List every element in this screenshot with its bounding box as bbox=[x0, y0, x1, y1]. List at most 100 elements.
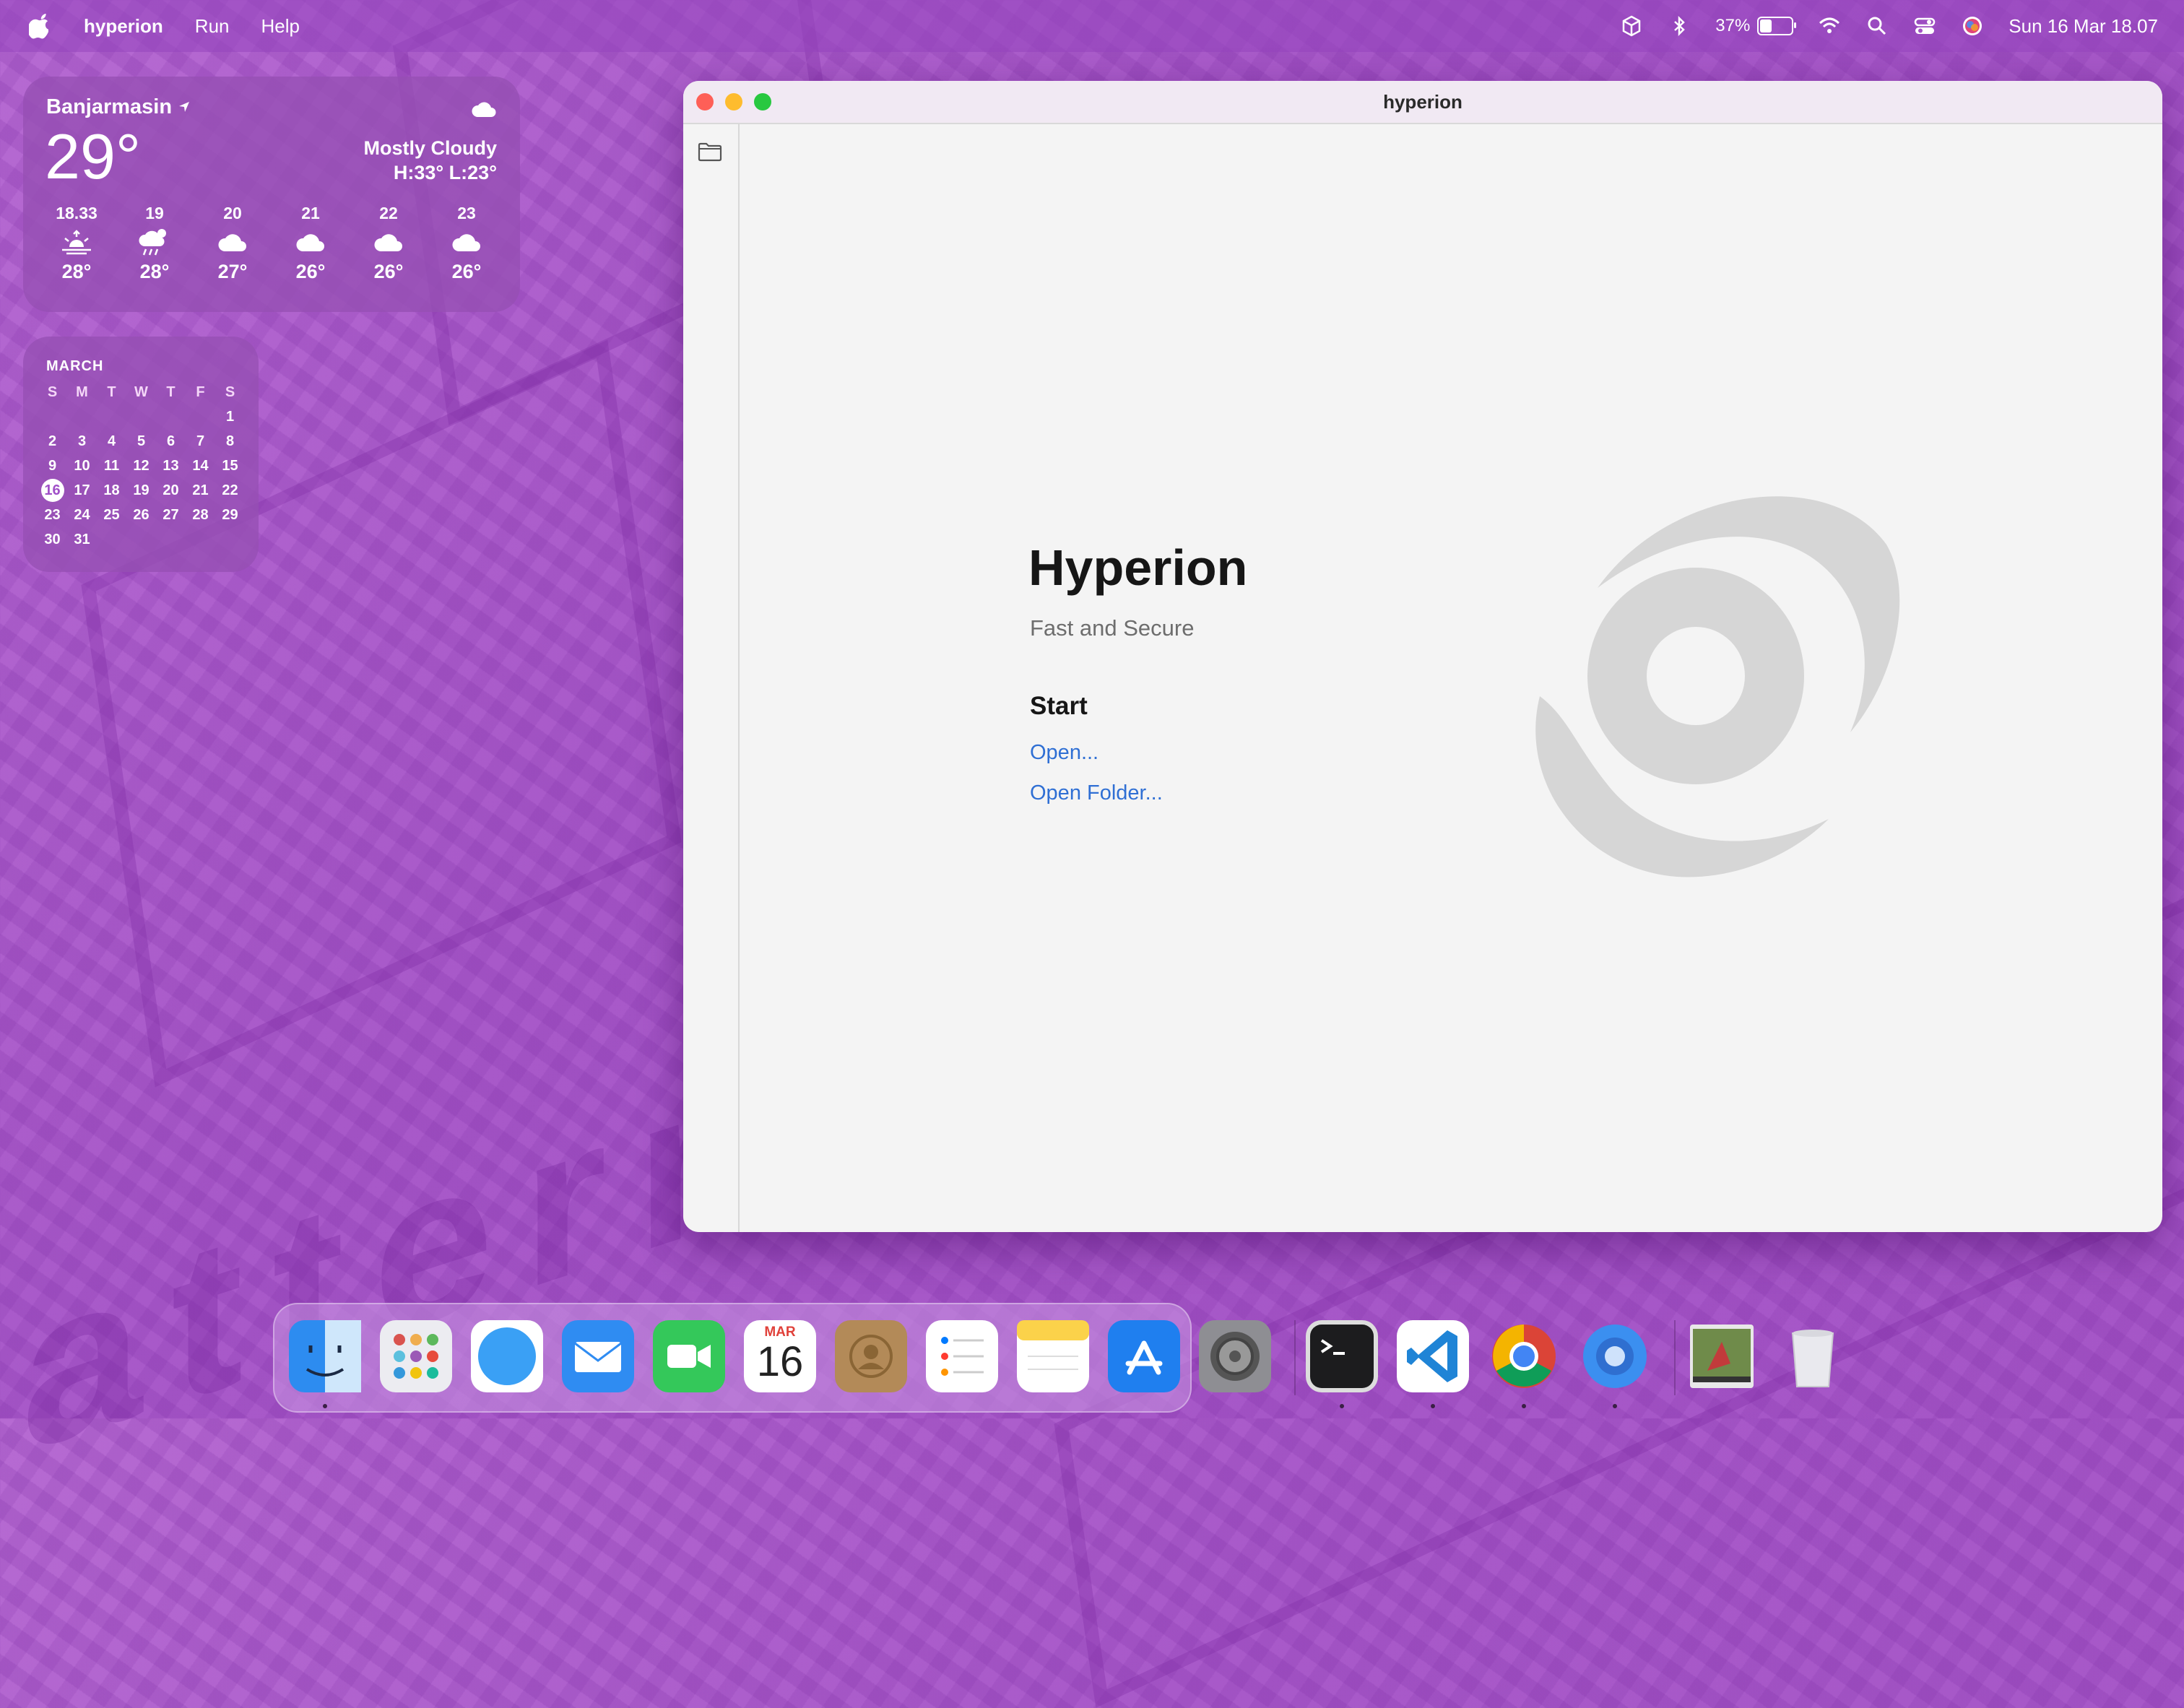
running-indicator bbox=[1431, 1404, 1435, 1408]
calendar-day: 24 bbox=[74, 507, 90, 523]
calendar-day: 18 bbox=[103, 482, 120, 498]
calendar-day: 7 bbox=[196, 433, 205, 449]
forecast-temp: 26° bbox=[373, 261, 404, 282]
forecast-time: 21 bbox=[301, 204, 320, 222]
dock-vscode-icon[interactable] bbox=[1397, 1320, 1469, 1392]
forecast-hour: 23 26° bbox=[430, 204, 503, 283]
dock-launchpad-icon[interactable] bbox=[380, 1320, 452, 1392]
forecast-time: 19 bbox=[145, 204, 164, 222]
calendar-month: MARCH bbox=[46, 358, 104, 374]
forecast-temp: 26° bbox=[295, 261, 326, 282]
running-indicator bbox=[1340, 1404, 1344, 1408]
dock-app-store-icon[interactable] bbox=[1108, 1320, 1180, 1392]
calendar-widget[interactable]: MARCH S M T W T F S 1 2 3 4 5 6 7 8 9 10 11 12 13 14 15 16 17 18… bbox=[23, 337, 259, 572]
dock-system-settings-icon[interactable] bbox=[1199, 1320, 1271, 1392]
calendar-day: 4 bbox=[107, 433, 116, 449]
forecast-time: 23 bbox=[457, 204, 476, 222]
calendar-day: 30 bbox=[44, 532, 61, 547]
weather-city: Banjarmasin bbox=[46, 95, 173, 118]
apple-menu-icon[interactable] bbox=[29, 13, 52, 39]
wifi-icon[interactable] bbox=[1818, 14, 1841, 38]
forecast-hour: 22 26° bbox=[352, 204, 425, 283]
app-menu[interactable]: hyperion bbox=[84, 15, 163, 38]
zoom-button[interactable] bbox=[754, 93, 771, 110]
calendar-day: 31 bbox=[74, 532, 90, 547]
dock-trash-icon[interactable] bbox=[1777, 1320, 1849, 1392]
menu-bar: hyperion Run Help 37% Sun 16 Mar 18.07 bbox=[0, 0, 2184, 52]
calendar-day bbox=[38, 404, 67, 429]
hyperion-logo-icon bbox=[1535, 496, 1900, 877]
dock-chrome-icon[interactable] bbox=[1488, 1320, 1560, 1392]
minimize-button[interactable] bbox=[725, 93, 742, 110]
window-titlebar[interactable]: hyperion bbox=[683, 81, 2162, 124]
forecast-temp: 26° bbox=[451, 261, 482, 282]
battery-icon bbox=[1757, 17, 1797, 35]
dock-calendar-day: 16 bbox=[756, 1338, 804, 1385]
calendar-day: 27 bbox=[162, 507, 179, 523]
calendar-day: 6 bbox=[166, 433, 176, 449]
forecast-hour: 19 28° bbox=[118, 204, 191, 283]
calendar-day: 5 bbox=[136, 433, 146, 449]
battery-status[interactable]: 37% bbox=[1715, 16, 1797, 36]
calendar-day bbox=[126, 404, 156, 429]
weather-condition: Mostly Cloudy bbox=[363, 137, 497, 159]
dock-contacts-icon[interactable] bbox=[835, 1320, 907, 1392]
dock-reminders-icon[interactable] bbox=[926, 1320, 998, 1392]
menu-clock[interactable]: Sun 16 Mar 18.07 bbox=[2008, 15, 2158, 38]
cube-icon[interactable] bbox=[1620, 14, 1643, 38]
calendar-day bbox=[186, 527, 215, 552]
weekday-label: F bbox=[196, 384, 205, 400]
open-folder-link[interactable]: Open Folder... bbox=[1030, 781, 1163, 805]
bluetooth-icon[interactable] bbox=[1668, 14, 1691, 38]
menu-run[interactable]: Run bbox=[195, 15, 230, 38]
dock-notes-icon[interactable] bbox=[1017, 1320, 1089, 1392]
calendar-day: 21 bbox=[192, 482, 209, 498]
open-link[interactable]: Open... bbox=[1030, 741, 1098, 765]
calendar-day: 19 bbox=[133, 482, 150, 498]
calendar-day: 14 bbox=[192, 458, 209, 474]
calendar-day: 11 bbox=[103, 458, 120, 474]
sunset-icon bbox=[40, 223, 113, 261]
weather-widget[interactable]: Banjarmasin 29° Mostly Cloudy H:33° L:23… bbox=[23, 77, 520, 312]
calendar-day: 29 bbox=[222, 507, 238, 523]
calendar-day: 9 bbox=[48, 458, 57, 474]
dock-facetime-icon[interactable] bbox=[653, 1320, 725, 1392]
dock-finder-icon[interactable] bbox=[289, 1320, 361, 1392]
calendar-day: 22 bbox=[222, 482, 238, 498]
calendar-day bbox=[97, 404, 126, 429]
calendar-day: 1 bbox=[225, 409, 235, 425]
start-heading: Start bbox=[1030, 692, 1088, 720]
weather-forecast: 18.33 28° 19 28° 20 27° 21 26° 22 26° 23 26° bbox=[40, 204, 503, 283]
window-title: hyperion bbox=[1383, 90, 1462, 113]
calendar-day: 28 bbox=[192, 507, 209, 523]
weekday-label: T bbox=[166, 384, 176, 400]
forecast-hour: 18.33 28° bbox=[40, 204, 113, 283]
folder-icon[interactable] bbox=[698, 142, 722, 162]
siri-icon[interactable] bbox=[1961, 14, 1984, 38]
calendar-today: 16 bbox=[40, 479, 64, 502]
dock-hyperion-icon[interactable] bbox=[1579, 1320, 1651, 1392]
cloud-icon bbox=[274, 223, 347, 261]
dock-safari-icon[interactable] bbox=[471, 1320, 543, 1392]
forecast-temp: 28° bbox=[61, 261, 92, 282]
close-button[interactable] bbox=[696, 93, 714, 110]
search-icon[interactable] bbox=[1866, 14, 1889, 38]
dock-calendar-icon[interactable]: MAR 16 bbox=[744, 1320, 816, 1392]
forecast-time: 20 bbox=[223, 204, 242, 222]
dock-separator bbox=[1674, 1320, 1676, 1395]
dock-terminal-icon[interactable] bbox=[1306, 1320, 1378, 1392]
running-indicator bbox=[323, 1404, 327, 1408]
calendar-day: 20 bbox=[162, 482, 179, 498]
weather-high-low: H:33° L:23° bbox=[393, 162, 497, 183]
hyperion-window: hyperion Hyperion Fast and Secure Start … bbox=[683, 81, 2162, 1232]
app-title: Hyperion bbox=[1028, 539, 1248, 596]
dock-preview-image-icon[interactable] bbox=[1686, 1320, 1758, 1392]
control-center-icon[interactable] bbox=[1913, 14, 1936, 38]
calendar-day: 25 bbox=[103, 507, 120, 523]
calendar-day: 12 bbox=[133, 458, 150, 474]
dock-mail-icon[interactable] bbox=[562, 1320, 634, 1392]
battery-percent: 37% bbox=[1715, 16, 1751, 35]
menu-help[interactable]: Help bbox=[261, 15, 300, 38]
dock-separator bbox=[1294, 1320, 1296, 1395]
calendar-day bbox=[156, 404, 186, 429]
